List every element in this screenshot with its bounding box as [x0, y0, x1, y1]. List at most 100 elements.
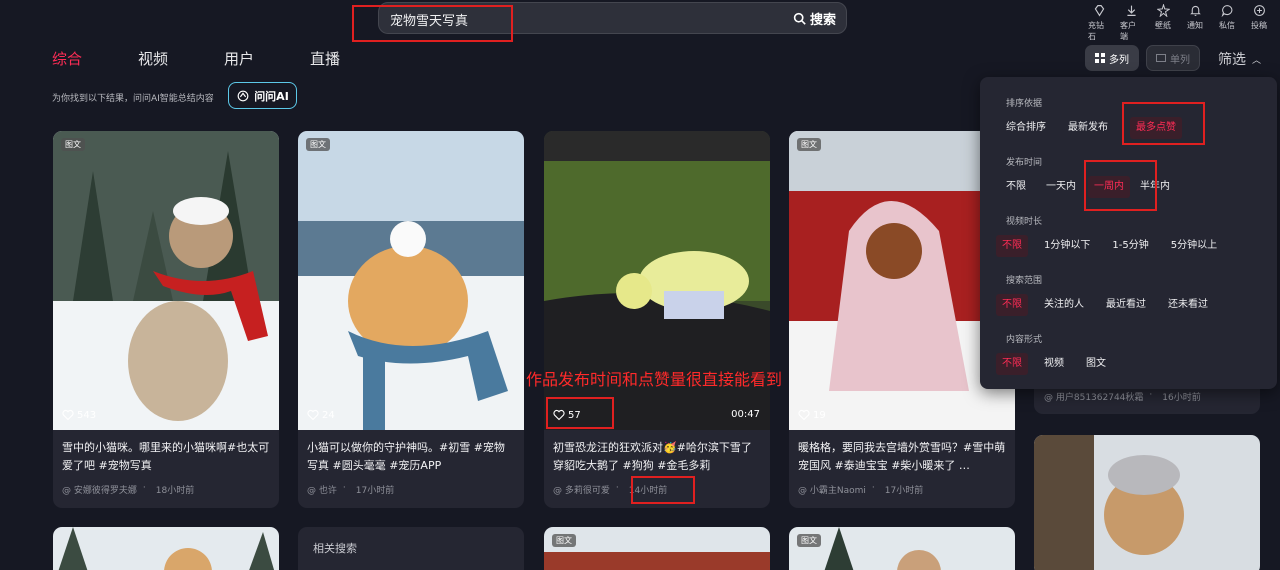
card-title[interactable]: 雪中的小猫咪。哪里来的小猫咪啊#也太可爱了吧 #宠物写真 [62, 439, 270, 475]
filter-group-duration: 视频时长 不限 1分钟以下 1-5分钟 5分钟以上 [996, 214, 1239, 257]
card-time: 17小时前 [355, 486, 395, 496]
result-card[interactable]: 57 00:47 初雪恐龙汪的狂欢派对🥳#哈尔滨下雪了穿貂吃大鹅了 #狗狗 #金… [544, 131, 770, 508]
tab-video[interactable]: 视频 [138, 48, 168, 69]
filter-option[interactable]: 最新发布 [1068, 117, 1108, 139]
image-text-badge: 图文 [306, 138, 330, 151]
video-duration: 00:47 [731, 409, 760, 420]
filter-option-selected[interactable]: 不限 [996, 235, 1028, 257]
card-meta: @ 也许 · 17小时前 [307, 483, 395, 496]
search-tabs: 综合 视频 用户 直播 [52, 48, 396, 69]
card-meta: @ 小霸主Naomi · 17小时前 [798, 483, 924, 496]
tab-user[interactable]: 用户 [224, 48, 254, 69]
cat-forest-thumb [789, 527, 1015, 570]
search-icon [793, 12, 806, 25]
search-button-label: 搜索 [809, 13, 836, 28]
filter-option-selected[interactable]: 不限 [996, 353, 1028, 375]
notification-label: 通知 [1187, 21, 1203, 30]
single-icon [1156, 54, 1166, 62]
result-card[interactable]: 图文 [789, 527, 1015, 570]
grid-icon [1095, 53, 1105, 63]
wallpaper-icon [1156, 4, 1170, 17]
annotation-box-one-week [1084, 160, 1157, 211]
result-card-thumbnail[interactable] [1034, 435, 1260, 570]
upload-icon [1253, 5, 1265, 16]
card-meta: @ 用户851362744秋霜 · 16小时前 [1044, 390, 1201, 403]
recharge-button[interactable]: 充钻石 [1088, 2, 1110, 42]
palace-snow-thumb [544, 527, 770, 570]
related-search-card[interactable]: 相关搜索 [298, 527, 524, 570]
ai-icon [237, 90, 249, 101]
filter-group-title: 内容形式 [1006, 335, 1043, 345]
filter-toggle[interactable]: 筛选 ︿ [1218, 49, 1261, 69]
card-author[interactable]: @ 小霸主Naomi [798, 483, 866, 496]
filter-option[interactable]: 视频 [1044, 353, 1064, 375]
single-column-button[interactable]: 单列 [1146, 45, 1200, 71]
card-meta: @ 安娜彼得罗夫娜 · 18小时前 [62, 483, 195, 496]
filter-option[interactable]: 还未看过 [1168, 294, 1208, 316]
card-time: 16小时前 [1162, 393, 1201, 403]
ask-ai-label: 问问AI [254, 89, 289, 103]
card-author[interactable]: @ 多莉很可爱 [553, 483, 610, 496]
heart-icon [798, 409, 810, 421]
tab-overall[interactable]: 综合 [52, 48, 82, 69]
annotation-box-most-liked [1122, 102, 1205, 145]
filter-group-title: 搜索范围 [1006, 276, 1043, 286]
filter-option[interactable]: 一天内 [1046, 176, 1076, 198]
message-icon [1221, 5, 1232, 17]
cat-with-scarf-image [298, 131, 524, 430]
multi-column-button[interactable]: 多列 [1085, 45, 1139, 71]
card-title[interactable]: 暖格格，要同我去宫墙外赏雪吗？#雪中萌宠国风 #泰迪宝宝 #柴小暖来了 … [798, 439, 1006, 475]
result-card[interactable] [53, 527, 279, 570]
search-button[interactable]: 搜索 [793, 9, 836, 28]
recharge-label: 充钻石 [1088, 21, 1104, 41]
heart-icon [307, 409, 319, 421]
client-label: 客户端 [1120, 21, 1136, 41]
image-text-badge: 图文 [797, 534, 821, 547]
card-thumbnail[interactable]: 图文 543 [53, 131, 279, 430]
card-thumbnail[interactable]: 图文 24 [298, 131, 524, 430]
tab-live[interactable]: 直播 [310, 48, 340, 69]
filter-option[interactable]: 1-5分钟 [1112, 235, 1148, 257]
cat-snow-thumb [53, 527, 279, 570]
client-download-button[interactable]: 客户端 [1120, 2, 1142, 42]
filter-option[interactable]: 不限 [1006, 176, 1026, 198]
filter-option[interactable]: 1分钟以下 [1044, 235, 1090, 257]
single-column-label: 单列 [1170, 54, 1190, 66]
upload-label: 投稿 [1251, 21, 1267, 30]
diamond-icon [1094, 5, 1104, 17]
like-count: 543 [62, 409, 96, 421]
card-author[interactable]: @ 也许 [307, 483, 337, 496]
wallpaper-button[interactable]: 壁纸 [1152, 2, 1174, 42]
result-hint: 为你找到以下结果，问问AI智能总结内容 [52, 94, 214, 104]
filter-option[interactable]: 关注的人 [1044, 294, 1084, 316]
filter-option[interactable]: 5分钟以上 [1171, 235, 1217, 257]
image-text-badge: 图文 [61, 138, 85, 151]
result-card[interactable]: 图文 24 小猫可以做你的守护神吗。#初雪 #宠物写真 #圆头毫毫 #宠历APP… [298, 131, 524, 508]
filter-option[interactable]: 综合排序 [1006, 117, 1046, 139]
annotation-box-time [631, 476, 695, 504]
image-text-badge: 图文 [797, 138, 821, 151]
result-card[interactable]: 图文 543 雪中的小猫咪。哪里来的小猫咪啊#也太可爱了吧 #宠物写真 @ 安娜… [53, 131, 279, 508]
filter-group-content-type: 内容形式 不限 视频 图文 [996, 332, 1128, 375]
card-author[interactable]: @ 用户851362744秋霜 [1044, 390, 1143, 403]
message-button[interactable]: 私信 [1216, 2, 1238, 42]
filter-option[interactable]: 图文 [1086, 353, 1106, 375]
card-author[interactable]: @ 安娜彼得罗夫娜 [62, 483, 137, 496]
annotation-box-search [352, 5, 513, 42]
notification-button[interactable]: 通知 [1184, 2, 1206, 42]
result-card[interactable]: 图文 [544, 527, 770, 570]
cat-in-snow-image [53, 131, 279, 430]
download-icon [1126, 5, 1136, 16]
card-title[interactable]: 初雪恐龙汪的狂欢派对🥳#哈尔滨下雪了穿貂吃大鹅了 #狗狗 #金毛多莉 [553, 439, 761, 475]
chevron-up-icon: ︿ [1252, 55, 1262, 66]
annotation-box-likes [546, 397, 614, 429]
filter-option-selected[interactable]: 不限 [996, 294, 1028, 316]
related-search-label: 相关搜索 [313, 542, 357, 555]
upload-button[interactable]: 投稿 [1248, 2, 1270, 42]
like-count: 19 [798, 409, 826, 421]
multi-column-label: 多列 [1109, 54, 1129, 66]
card-title[interactable]: 小猫可以做你的守护神吗。#初雪 #宠物写真 #圆头毫毫 #宠历APP [307, 439, 515, 475]
like-count: 24 [307, 409, 335, 421]
filter-option[interactable]: 最近看过 [1106, 294, 1146, 316]
ask-ai-button[interactable]: 问问AI [228, 82, 297, 109]
